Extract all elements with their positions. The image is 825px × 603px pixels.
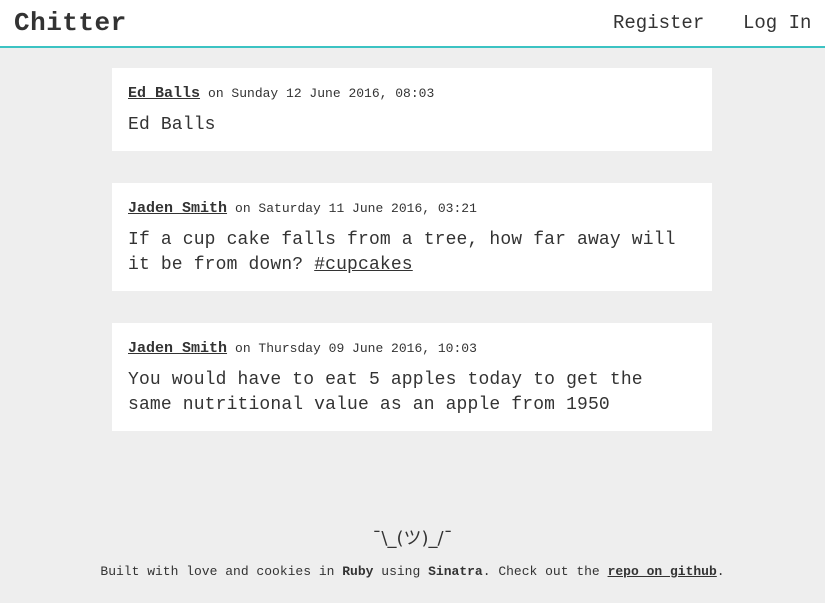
- peep-card: Jaden Smith on Saturday 11 June 2016, 03:…: [112, 183, 712, 291]
- peep-card: Jaden Smith on Thursday 09 June 2016, 10:…: [112, 323, 712, 431]
- peep-card: Ed Balls on Sunday 12 June 2016, 08:03 Ed…: [112, 68, 712, 151]
- sinatra-label: Sinatra: [428, 564, 483, 579]
- footer: ¯\_(ツ)_/¯ Built with love and cookies in…: [0, 524, 825, 579]
- ruby-label: Ruby: [342, 564, 374, 579]
- peep-meta: Jaden Smith on Saturday 11 June 2016, 03:…: [128, 200, 696, 218]
- peep-author-link[interactable]: Jaden Smith: [128, 200, 227, 217]
- shrug-emoticon: ¯\_(ツ)_/¯: [372, 528, 453, 549]
- check-out-text: . Check out the: [482, 564, 600, 579]
- peep-meta: Jaden Smith on Thursday 09 June 2016, 10:…: [128, 340, 696, 358]
- peep-message: You would have to eat 5 apples today to …: [128, 370, 643, 415]
- brand-logo[interactable]: Chitter: [14, 8, 127, 38]
- peep-text: If a cup cake falls from a tree, how far…: [128, 228, 696, 278]
- peep-meta: Ed Balls on Sunday 12 June 2016, 08:03: [128, 85, 696, 103]
- hashtag-link[interactable]: #cupcakes: [314, 255, 413, 275]
- peep-author-link[interactable]: Jaden Smith: [128, 340, 227, 357]
- peep-text: You would have to eat 5 apples today to …: [128, 368, 696, 418]
- peep-author-link[interactable]: Ed Balls: [128, 85, 200, 102]
- login-link[interactable]: Log In: [743, 12, 811, 34]
- footer-period: .: [716, 564, 725, 579]
- peep-date: on Thursday 09 June 2016, 10:03: [235, 341, 477, 356]
- peep-date: on Saturday 11 June 2016, 03:21: [235, 201, 477, 216]
- peep-date: on Sunday 12 June 2016, 08:03: [208, 86, 435, 101]
- register-link[interactable]: Register: [613, 12, 704, 34]
- peep-message: Ed Balls: [128, 115, 216, 135]
- using-text: using: [381, 564, 421, 579]
- top-bar: Chitter Register Log In: [0, 0, 825, 48]
- github-repo-link[interactable]: repo on github: [608, 564, 717, 579]
- peep-text: Ed Balls: [128, 113, 696, 138]
- built-with-text: Built with love and cookies in: [100, 564, 335, 579]
- footer-credits: Built with love and cookies in Ruby usin…: [0, 564, 825, 579]
